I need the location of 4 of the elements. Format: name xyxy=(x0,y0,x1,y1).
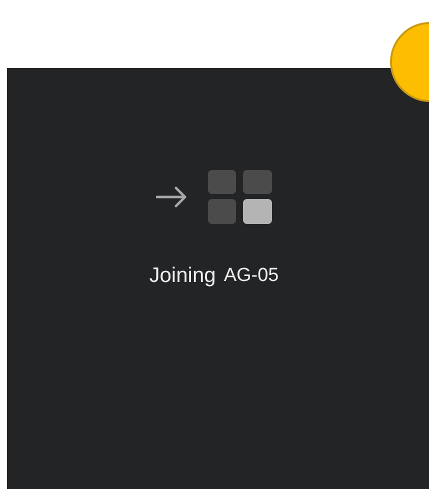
room-name: AG-05 xyxy=(224,265,279,287)
joining-label: Joining xyxy=(149,264,216,288)
grid-icon xyxy=(208,170,272,224)
arrow-icon xyxy=(156,186,188,208)
